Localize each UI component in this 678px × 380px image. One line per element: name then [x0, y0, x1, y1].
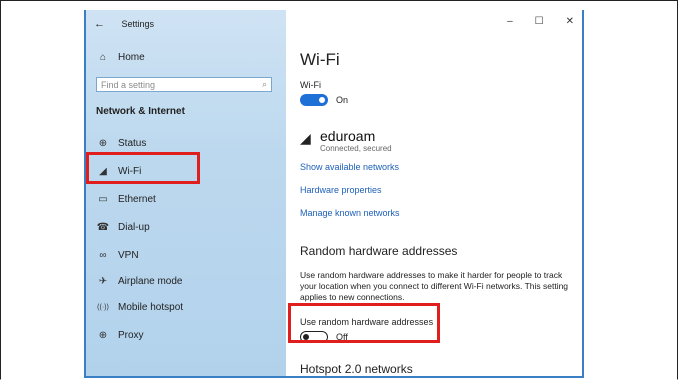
airplane-icon: ✈ — [98, 276, 108, 287]
wifi-highlight-box — [86, 152, 200, 184]
random-hw-description: Use random hardware addresses to make it… — [300, 270, 569, 302]
sidebar-item-label: Status — [118, 138, 147, 149]
sidebar-item-label: Ethernet — [118, 194, 156, 205]
sidebar-item-home[interactable]: ⌂ Home — [96, 52, 145, 63]
search-placeholder: Find a setting — [101, 80, 156, 90]
search-icon: ⌕ — [261, 79, 267, 89]
show-available-networks-link[interactable]: Show available networks — [300, 162, 399, 172]
minimize-icon[interactable]: – — [507, 16, 513, 27]
dialup-icon: ☎ — [96, 222, 110, 233]
manage-known-networks-link[interactable]: Manage known networks — [300, 208, 400, 218]
home-icon: ⌂ — [99, 52, 107, 63]
sidebar-item-label: Proxy — [118, 330, 144, 341]
hardware-properties-link[interactable]: Hardware properties — [300, 185, 382, 195]
sidebar-item-label: VPN — [118, 250, 139, 261]
sidebar-item-status[interactable]: ⊕ Status — [96, 138, 147, 149]
wifi-secured-icon: ◢ — [300, 130, 311, 146]
close-icon[interactable]: ✕ — [566, 16, 574, 27]
back-arrow-icon[interactable]: ← — [94, 18, 105, 30]
window-controls: – ☐ ✕ — [507, 16, 574, 27]
sidebar-item-airplane-mode[interactable]: ✈ Airplane mode — [96, 276, 183, 287]
vpn-icon: ∞ — [99, 250, 107, 261]
sidebar-item-label: Airplane mode — [118, 276, 183, 287]
sidebar-item-vpn[interactable]: ∞ VPN — [96, 250, 139, 261]
sidebar-item-label: Mobile hotspot — [118, 302, 184, 313]
sidebar-item-label: Dial-up — [118, 222, 150, 233]
window-title: Settings — [121, 19, 155, 29]
page-title: Wi-Fi — [300, 50, 340, 69]
search-input[interactable]: Find a setting ⌕ — [96, 77, 272, 92]
hotspot-icon: ((·)) — [97, 304, 109, 311]
status-icon: ⊕ — [98, 138, 108, 149]
proxy-icon: ⊕ — [98, 330, 108, 341]
titlebar: ← Settings — [94, 18, 154, 30]
sidebar-item-ethernet[interactable]: ▭ Ethernet — [96, 194, 156, 205]
network-name: eduroam — [320, 128, 376, 144]
ethernet-icon: ▭ — [98, 194, 108, 205]
wifi-label: Wi-Fi — [300, 80, 321, 90]
random-hw-heading: Random hardware addresses — [300, 244, 458, 258]
network-status: Connected, secured — [320, 144, 392, 153]
sidebar-item-label: Home — [118, 52, 145, 63]
sidebar-item-proxy[interactable]: ⊕ Proxy — [96, 330, 144, 341]
sidebar-item-mobile-hotspot[interactable]: ((·)) Mobile hotspot — [96, 302, 183, 313]
sidebar: ← Settings ⌂ Home Find a setting ⌕ Netwo… — [86, 10, 286, 376]
random-hw-highlight-box — [288, 303, 440, 343]
maximize-icon[interactable]: ☐ — [535, 16, 544, 27]
section-title: Network & Internet — [96, 106, 185, 117]
wifi-toggle[interactable] — [300, 94, 328, 106]
hotspot-heading: Hotspot 2.0 networks — [300, 362, 413, 376]
wifi-state: On — [336, 95, 349, 105]
sidebar-item-dialup[interactable]: ☎ Dial-up — [96, 222, 150, 233]
